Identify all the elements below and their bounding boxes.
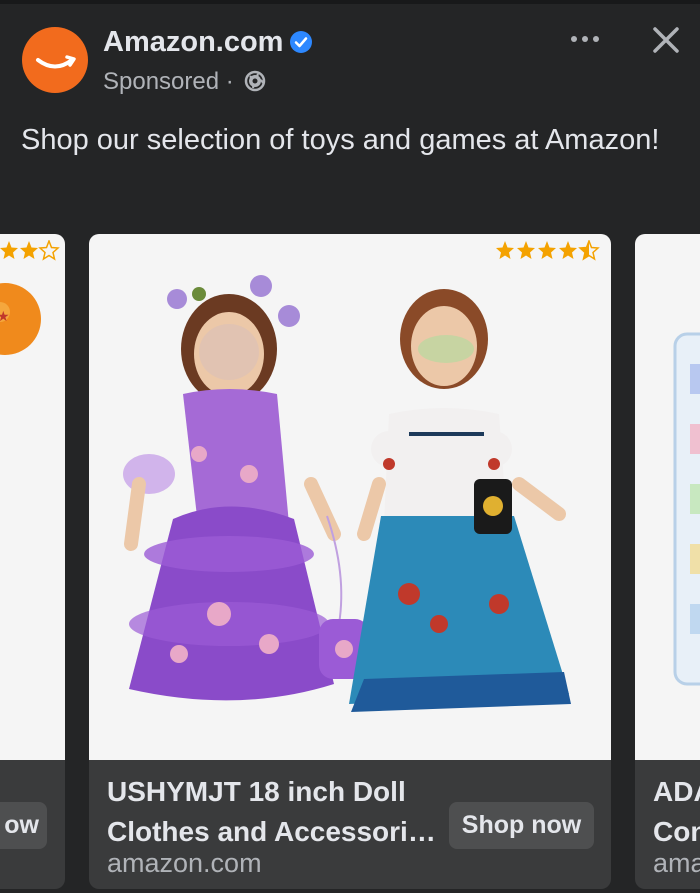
doll-purple — [123, 275, 369, 701]
globe-icon — [244, 70, 266, 92]
shop-now-label: ow — [4, 811, 39, 839]
carousel-card-main[interactable]: USHYMJT 18 inch Doll Clothes and Accesso… — [89, 234, 611, 889]
product-title[interactable]: USHYMJT 18 inch Doll Clothes and Accesso… — [107, 772, 437, 852]
shop-now-button[interactable]: ow — [0, 802, 47, 849]
product-carousel[interactable]: ★ ow USHYMJT 18 inch Doll Clothes and Ac… — [0, 234, 700, 893]
product-title[interactable]: ADA Con — [653, 772, 700, 852]
carousel-card-previous[interactable]: ★ ow — [0, 234, 65, 889]
product-title-line1: ADA — [653, 776, 700, 807]
carousel-card-next[interactable]: ADA Con ama — [635, 234, 700, 889]
page-name[interactable]: Amazon.com — [103, 26, 313, 59]
post-caption: Shop our selection of toys and games at … — [21, 124, 660, 156]
product-domain: ama — [653, 848, 700, 878]
product-title-line2: Clothes and Accessori… — [107, 816, 436, 847]
verified-badge-icon — [289, 29, 313, 54]
shop-now-label: Shop now — [461, 811, 582, 839]
close-icon[interactable] — [646, 20, 686, 60]
post-header: Amazon.com Sponsored · — [0, 0, 700, 110]
rating-stars — [495, 240, 600, 262]
page-name-text[interactable]: Amazon.com — [103, 26, 283, 58]
sponsored-label[interactable]: Sponsored — [103, 68, 219, 95]
svg-text:★: ★ — [0, 309, 10, 325]
product-image[interactable] — [89, 234, 611, 760]
meta-separator: · — [225, 68, 234, 95]
product-image[interactable] — [635, 234, 700, 760]
product-title-line1: USHYMJT 18 inch Doll — [107, 776, 406, 807]
more-options-icon[interactable] — [566, 24, 606, 54]
product-title-line2: Con — [653, 816, 700, 847]
shop-now-button[interactable]: Shop now — [449, 802, 594, 849]
rating-stars — [0, 240, 60, 262]
amazon-logo[interactable] — [22, 27, 88, 93]
product-image[interactable]: ★ — [0, 234, 65, 760]
doll-blue — [349, 289, 571, 712]
product-domain: amazon.com — [107, 848, 262, 878]
post-meta: Sponsored · — [103, 68, 266, 96]
